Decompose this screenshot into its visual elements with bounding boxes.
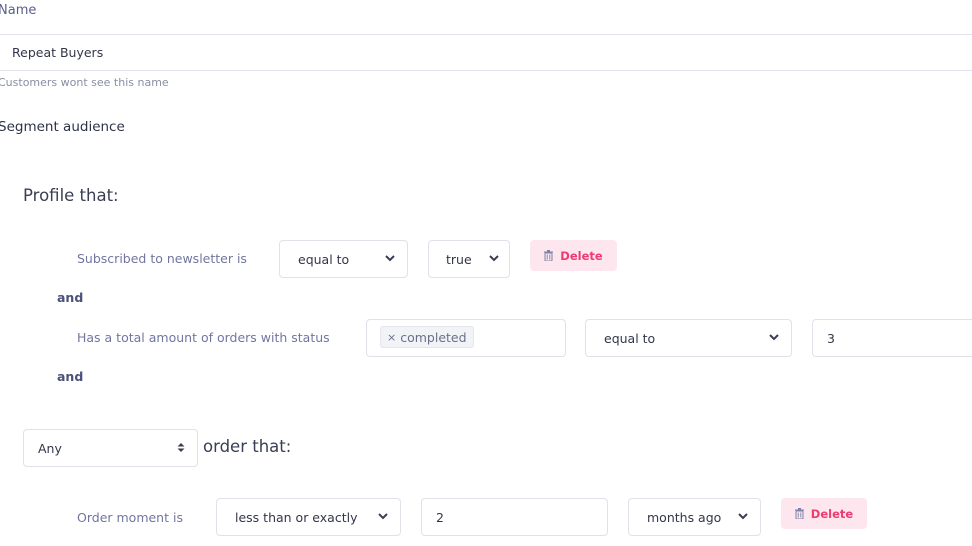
chevron-down-icon [378, 512, 388, 523]
select-value: less than or exactly [235, 509, 358, 525]
order-quantifier-select[interactable]: Any [23, 429, 198, 467]
order-moment-unit-select[interactable]: months ago [628, 498, 761, 536]
condition-label: Has a total amount of orders with status [77, 330, 330, 345]
order-moment-operator-select[interactable]: less than or exactly [216, 498, 401, 536]
condition-label: Subscribed to newsletter is [77, 251, 247, 266]
order-moment-value-input[interactable]: 2 [421, 498, 608, 536]
select-value: Any [38, 440, 62, 456]
chevron-down-icon [385, 254, 395, 265]
and-connector: and [57, 369, 84, 384]
chevron-down-icon [769, 333, 779, 344]
trash-icon [544, 250, 554, 261]
order-count-input[interactable]: 3 [812, 319, 972, 357]
status-tag-label: completed [400, 329, 467, 345]
and-connector: and [57, 290, 84, 305]
condition-label: Order moment is [77, 510, 183, 525]
order-count-operator-select[interactable]: equal to [585, 319, 792, 357]
segment-name-input[interactable] [0, 34, 972, 71]
order-status-multiselect[interactable]: × completed [366, 319, 566, 357]
trash-icon [794, 508, 804, 519]
profile-heading: Profile that: [23, 186, 119, 205]
order-heading: order that: [203, 437, 292, 456]
select-value: equal to [604, 330, 656, 346]
name-label: Name [0, 3, 37, 18]
remove-tag-icon[interactable]: × [387, 331, 396, 344]
delete-label: Delete [810, 506, 854, 521]
input-value: 3 [827, 330, 835, 346]
status-tag: × completed [380, 326, 474, 348]
newsletter-operator-select[interactable]: equal to [279, 240, 408, 278]
sort-arrows-icon [177, 443, 185, 454]
delete-label: Delete [560, 248, 603, 263]
select-value: equal to [298, 251, 350, 267]
input-value: 2 [436, 509, 444, 525]
chevron-down-icon [738, 512, 748, 523]
chevron-down-icon [489, 254, 499, 265]
select-value: true [446, 251, 472, 267]
name-hint: Customers wont see this name [0, 76, 169, 89]
newsletter-value-select[interactable]: true [428, 240, 510, 278]
delete-order-condition-button[interactable]: Delete [781, 498, 867, 529]
delete-condition-button[interactable]: Delete [530, 240, 617, 271]
select-value: months ago [647, 509, 722, 525]
segment-audience-title: Segment audience [0, 119, 125, 135]
